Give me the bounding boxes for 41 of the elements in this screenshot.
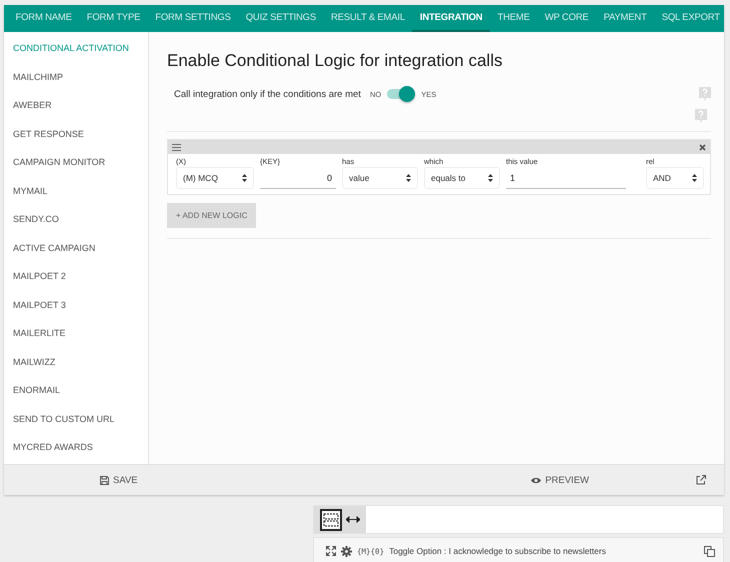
sidebar-item[interactable]: MAILCHIMP (4, 70, 148, 98)
sidebar-item[interactable]: SENDY.CO (4, 212, 148, 240)
select-field[interactable]: value (342, 167, 418, 189)
resize-arrows-icon[interactable] (346, 516, 360, 523)
expand-icon[interactable] (326, 546, 336, 556)
grid-layout-icon[interactable] (320, 508, 342, 530)
external-link-icon[interactable] (696, 475, 706, 485)
sidebar-item[interactable]: ENORMAIL (4, 383, 148, 412)
add-logic-button[interactable]: + ADD NEW LOGIC (167, 203, 256, 228)
sort-arrows-icon (692, 174, 697, 182)
sidebar-item[interactable]: AWEBER (4, 98, 148, 126)
sidebar-item[interactable]: GET RESPONSE (4, 126, 148, 155)
sidebar-item[interactable]: ACTIVE CAMPAIGN (4, 240, 148, 269)
sidebar-item[interactable]: SEND TO CUSTOM URL (4, 412, 148, 440)
sidebar-item[interactable]: MAILPOET 3 (4, 298, 148, 326)
eye-icon (531, 476, 542, 484)
sort-arrows-icon (242, 174, 247, 182)
toggle-switch[interactable] (387, 89, 416, 99)
element-label: Toggle Option : I acknowledge to subscribe to newsletters (389, 546, 606, 556)
toggle-label: Call integration only if the conditions are met (174, 88, 362, 100)
sidebar-item[interactable]: MAILPOET 2 (4, 269, 148, 298)
input-field[interactable]: 0 (260, 167, 336, 189)
sidebar-item[interactable]: CONDITIONAL ACTIVATION (4, 41, 148, 70)
sidebar-item[interactable]: MYMAIL (4, 184, 148, 212)
sidebar-item[interactable]: MYCRED AWARDS (4, 440, 148, 468)
select-field[interactable]: (M) MCQ (176, 167, 254, 189)
menu-icon[interactable] (172, 144, 181, 150)
save-button[interactable]: SAVE (100, 474, 138, 486)
select-field[interactable]: equals to (424, 167, 500, 189)
copy-icon[interactable] (704, 546, 715, 556)
section-heading: Enable Conditional Logic for integration calls (167, 51, 504, 71)
input-field[interactable]: 1 (506, 167, 626, 189)
select-field[interactable]: AND (646, 167, 704, 189)
sidebar-item[interactable]: MAILERLITE (4, 326, 148, 354)
preview-button[interactable]: PREVIEW (531, 474, 589, 486)
sidebar-item[interactable]: CAMPAIGN MONITOR (4, 155, 148, 184)
close-icon[interactable] (699, 144, 706, 150)
sort-arrows-icon (488, 174, 493, 182)
sort-arrows-icon (406, 174, 411, 182)
sidebar-item[interactable]: MAILWIZZ (4, 354, 148, 383)
gear-icon[interactable] (341, 546, 352, 556)
